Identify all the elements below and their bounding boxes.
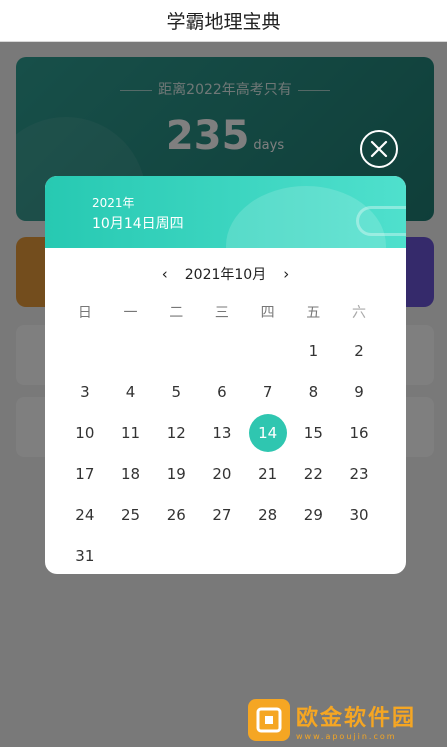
day-cell[interactable]: 16 (340, 414, 378, 452)
selected-year[interactable]: 2021年 (92, 194, 135, 211)
day-cell[interactable]: 4 (112, 373, 150, 411)
day-cell-selected[interactable]: 14 (248, 414, 287, 452)
day-cell[interactable]: 19 (157, 455, 195, 493)
day-cell[interactable]: 15 (294, 414, 332, 452)
watermark-subtitle: www.apoujin.com (296, 731, 397, 741)
day-cell[interactable]: 26 (157, 496, 195, 534)
day-cell[interactable]: 25 (112, 496, 150, 534)
weekday-header: 日 一 二 三 四 五 六 (62, 302, 382, 322)
watermark: 欧金软件园 www.apoujin.com (248, 697, 438, 743)
day-cell[interactable]: 12 (157, 414, 195, 452)
watermark-title: 欧金软件园 (296, 705, 417, 731)
date-picker: 2021年 10月14日周四 ‹ 2021年10月 › 日 一 二 三 四 五 … (45, 176, 406, 574)
day-cell[interactable]: 17 (66, 455, 104, 493)
weekday-label: 一 (123, 305, 138, 321)
day-cell[interactable]: 9 (340, 373, 378, 411)
day-cell[interactable]: 23 (340, 455, 378, 493)
weekday-label: 四 (260, 305, 275, 321)
day-cell[interactable]: 18 (112, 455, 150, 493)
day-cell[interactable]: 28 (249, 496, 287, 534)
day-cell[interactable]: 24 (66, 496, 104, 534)
month-navigation: ‹ 2021年10月 › (45, 264, 406, 284)
watermark-logo-icon (248, 699, 290, 741)
chevron-left-icon[interactable]: ‹ (151, 265, 179, 283)
day-cell[interactable]: 6 (203, 373, 241, 411)
close-icon[interactable] (360, 130, 398, 168)
weekday-label: 三 (214, 305, 229, 321)
weekday-label: 五 (306, 305, 321, 321)
day-cell[interactable]: 2 (340, 332, 378, 370)
day-cell[interactable]: 29 (294, 496, 332, 534)
day-cell[interactable]: 30 (340, 496, 378, 534)
day-cell[interactable]: 1 (294, 332, 332, 370)
weekday-label: 日 (77, 305, 92, 321)
day-cell[interactable]: 13 (203, 414, 241, 452)
weekday-label: 六 (351, 305, 366, 321)
chevron-right-icon[interactable]: › (272, 265, 300, 283)
day-cell[interactable]: 21 (249, 455, 287, 493)
app-title: 学霸地理宝典 (166, 11, 281, 33)
day-grid: 1 2 3 4 5 6 7 8 9 10 11 12 13 14 15 16 17 18 19 20 21 22 23 24 2… (62, 332, 382, 562)
day-cell[interactable]: 7 (249, 373, 287, 411)
day-cell[interactable]: 11 (112, 414, 150, 452)
day-cell[interactable]: 3 (66, 373, 104, 411)
app-title-bar: 学霸地理宝典 (0, 0, 447, 42)
day-cell[interactable]: 20 (203, 455, 241, 493)
weekday-label: 二 (169, 305, 184, 321)
date-picker-header: 2021年 10月14日周四 (45, 176, 406, 248)
day-cell[interactable]: 22 (294, 455, 332, 493)
day-cell[interactable]: 31 (66, 537, 104, 562)
month-label: 2021年10月 (184, 267, 267, 283)
day-cell[interactable]: 8 (294, 373, 332, 411)
selected-date: 10月14日周四 (92, 216, 184, 232)
day-cell[interactable]: 27 (203, 496, 241, 534)
day-cell[interactable]: 10 (66, 414, 104, 452)
day-cell[interactable]: 5 (157, 373, 195, 411)
